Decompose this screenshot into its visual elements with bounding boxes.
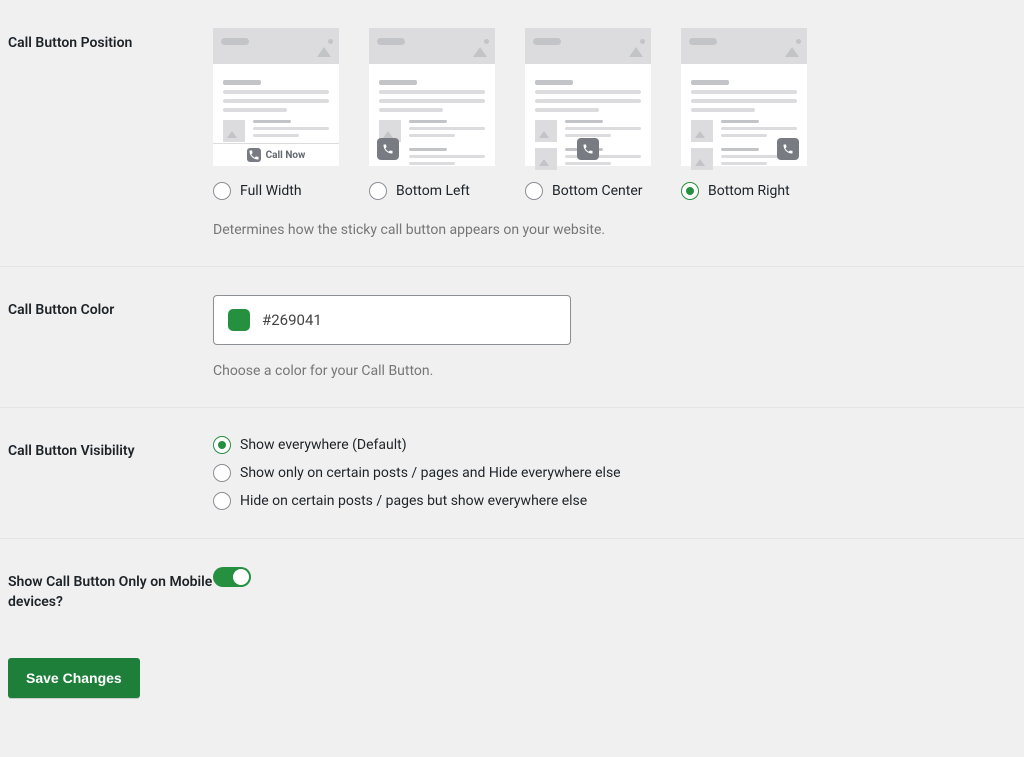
mobile-only-toggle[interactable] — [213, 567, 251, 587]
visibility-option-everywhere[interactable]: Show everywhere (Default) — [213, 436, 1016, 454]
radio-bottom-right[interactable] — [681, 182, 699, 200]
position-preview-bottom-left — [369, 28, 495, 166]
radio-visibility-1[interactable] — [213, 464, 231, 482]
radio-full-width[interactable] — [213, 182, 231, 200]
position-option-bottom-center[interactable]: Bottom Center — [525, 28, 651, 200]
visibility-label: Call Button Visibility — [8, 436, 213, 510]
call-now-text: Call Now — [266, 150, 306, 161]
color-label: Call Button Color — [8, 295, 213, 379]
visibility-option-show-only[interactable]: Show only on certain posts / pages and H… — [213, 464, 1016, 482]
position-label: Call Button Position — [8, 28, 213, 238]
mobile-only-label: Show Call Button Only on Mobile devices? — [8, 567, 213, 612]
radio-label: Bottom Left — [396, 183, 470, 199]
position-description: Determines how the sticky call button ap… — [213, 222, 1016, 238]
radio-label: Show only on certain posts / pages and H… — [240, 465, 621, 481]
radio-label: Bottom Right — [708, 183, 790, 199]
radio-bottom-center[interactable] — [525, 182, 543, 200]
save-button[interactable]: Save Changes — [8, 658, 140, 698]
phone-icon — [377, 138, 399, 160]
visibility-option-hide-only[interactable]: Hide on certain posts / pages but show e… — [213, 492, 1016, 510]
color-input[interactable]: #269041 — [213, 295, 571, 345]
radio-visibility-2[interactable] — [213, 492, 231, 510]
position-preview-full-width: Call Now — [213, 28, 339, 166]
toggle-knob — [233, 569, 249, 585]
radio-label: Full Width — [240, 183, 302, 199]
phone-icon — [577, 138, 599, 160]
radio-bottom-left[interactable] — [369, 182, 387, 200]
position-preview-bottom-center — [525, 28, 651, 166]
phone-icon — [247, 148, 261, 162]
radio-label: Bottom Center — [552, 183, 642, 199]
radio-visibility-0[interactable] — [213, 436, 231, 454]
position-preview-bottom-right — [681, 28, 807, 166]
color-description: Choose a color for your Call Button. — [213, 363, 1016, 379]
color-value: #269041 — [262, 311, 322, 329]
radio-label: Hide on certain posts / pages but show e… — [240, 493, 587, 509]
phone-icon — [777, 138, 799, 160]
color-swatch — [228, 309, 250, 331]
radio-label: Show everywhere (Default) — [240, 437, 407, 453]
position-option-bottom-right[interactable]: Bottom Right — [681, 28, 807, 200]
position-option-bottom-left[interactable]: Bottom Left — [369, 28, 495, 200]
position-option-full-width[interactable]: Call Now Full Width — [213, 28, 339, 200]
